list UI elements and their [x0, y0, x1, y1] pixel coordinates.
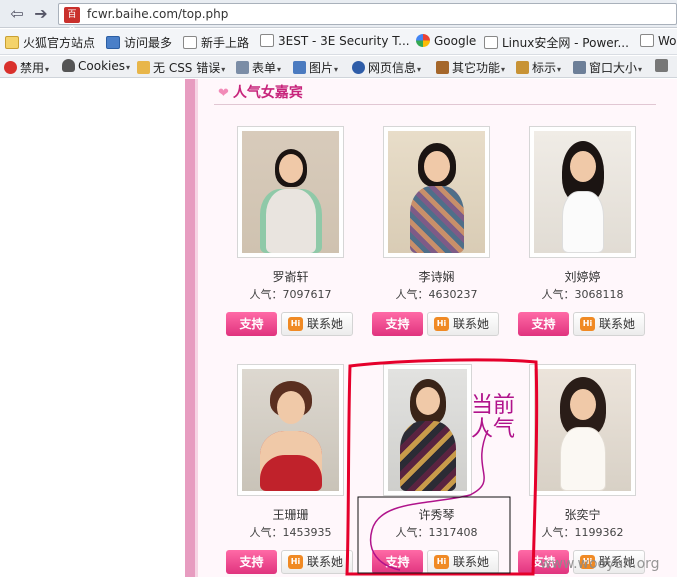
menu-images[interactable]: 图片▾ — [293, 59, 338, 76]
guest-popularity: 人气：7097617 — [249, 288, 332, 301]
guest-popularity: 人气：4630237 — [395, 288, 478, 301]
guest-photo[interactable] — [237, 126, 344, 258]
tools-icon[interactable] — [655, 59, 671, 73]
disable-icon — [4, 61, 17, 74]
contact-her-button[interactable]: Hi 联系她 — [281, 550, 353, 574]
guest-name[interactable]: 李诗娴 — [383, 268, 490, 285]
guest-card: 王珊珊 人气：1453935 支持 Hi 联系她 — [226, 364, 373, 577]
bookmark-google[interactable]: Google — [416, 34, 476, 48]
title-divider — [214, 104, 656, 105]
contact-her-button[interactable]: Hi 联系她 — [427, 312, 499, 336]
guest-name[interactable]: 罗嵛轩 — [237, 268, 344, 285]
bookmark-firefox-official[interactable]: 火狐官方站点 — [5, 34, 95, 51]
page-content: ❤ 人气女嘉宾 罗嵛轩 人气：7097617 支持 Hi 联系她 李诗娴 人气：46… — [0, 79, 677, 577]
guest-photo[interactable] — [237, 364, 344, 496]
guest-popularity: 人气：3068118 — [541, 288, 624, 301]
bookmarks-bar: 火狐官方站点 访问最多 新手上路 3EST - 3E Security T...… — [0, 29, 677, 55]
heart-icon: ❤ — [218, 86, 229, 101]
support-button[interactable]: 支持 — [226, 312, 277, 336]
guest-card: 李诗娴 人气：4630237 支持 Hi 联系她 — [372, 126, 519, 356]
watermark: www.wooyun.org — [540, 556, 660, 572]
pink-divider — [185, 79, 195, 577]
url-text[interactable]: fcwr.baihe.com/top.php — [87, 7, 228, 21]
guest-photo[interactable] — [529, 364, 636, 496]
site-favicon-icon: 百合 — [64, 7, 80, 36]
pencil-icon — [137, 61, 150, 74]
support-button[interactable]: 支持 — [226, 550, 277, 574]
google-icon — [416, 34, 430, 47]
form-icon — [236, 61, 249, 74]
page-icon — [183, 36, 197, 49]
resize-icon — [573, 61, 586, 74]
guest-card: 罗嵛轩 人气：7097617 支持 Hi 联系她 — [226, 126, 373, 356]
menu-cookies[interactable]: Cookies▾ — [62, 59, 130, 73]
guest-photo[interactable] — [529, 126, 636, 258]
menu-page-info[interactable]: 网页信息▾ — [352, 59, 421, 76]
page-icon — [640, 34, 654, 47]
menu-resize[interactable]: 窗口大小▾ — [573, 59, 642, 76]
bookmark-3est[interactable]: 3EST - 3E Security T... — [260, 34, 410, 48]
menu-disable[interactable]: 禁用▾ — [4, 59, 49, 76]
folder-icon — [5, 36, 19, 49]
person-icon — [62, 59, 75, 72]
menu-outline[interactable]: 标示▾ — [516, 59, 561, 76]
guest-name[interactable]: 刘婷婷 — [529, 268, 636, 285]
guest-photo[interactable] — [383, 364, 472, 496]
web-developer-toolbar: 禁用▾ Cookies▾ 无 CSS 错误▾ 表单▾ 图片▾ 网页信息▾ 其它功… — [0, 56, 677, 78]
contact-her-button[interactable]: Hi 联系她 — [573, 312, 645, 336]
guest-photo[interactable] — [383, 126, 490, 258]
hi-icon: Hi — [580, 317, 595, 331]
section-title: ❤ 人气女嘉宾 — [218, 85, 303, 101]
menu-misc[interactable]: 其它功能▾ — [436, 59, 505, 76]
guest-name[interactable]: 王珊珊 — [237, 506, 344, 523]
bookmark-wo[interactable]: Wo — [640, 34, 677, 48]
menu-css[interactable]: 无 CSS 错误▾ — [137, 59, 225, 76]
page-icon — [484, 36, 498, 49]
hi-icon: Hi — [288, 317, 303, 331]
bookmark-getting-started[interactable]: 新手上路 — [183, 34, 249, 51]
info-icon — [352, 61, 365, 74]
page-icon — [260, 34, 274, 47]
guest-name[interactable]: 许秀琴 — [383, 506, 490, 523]
url-bar: ⇦ ➔ 百合 fcwr.baihe.com/top.php — [0, 0, 677, 36]
guest-popularity: 人气：1199362 — [541, 526, 624, 539]
bookmark-linux-security[interactable]: Linux安全网 - Power... — [484, 34, 629, 51]
support-button[interactable]: 支持 — [518, 312, 569, 336]
forward-icon[interactable]: ➔ — [30, 3, 52, 25]
hi-icon: Hi — [434, 317, 449, 331]
bookmark-most-visited[interactable]: 访问最多 — [106, 34, 172, 51]
star-page-icon — [106, 36, 120, 49]
support-button[interactable]: 支持 — [372, 550, 423, 574]
toolbox-icon — [436, 61, 449, 74]
menu-forms[interactable]: 表单▾ — [236, 59, 281, 76]
marker-icon — [516, 61, 529, 74]
contact-her-button[interactable]: Hi 联系她 — [281, 312, 353, 336]
address-field[interactable]: 百合 fcwr.baihe.com/top.php — [58, 3, 677, 36]
guest-name[interactable]: 张奕宁 — [529, 506, 636, 523]
guest-card: 刘婷婷 人气：3068118 支持 Hi 联系她 — [518, 126, 665, 356]
back-icon[interactable]: ⇦ — [6, 3, 28, 25]
hi-icon: Hi — [288, 555, 303, 569]
hi-icon: Hi — [434, 555, 449, 569]
support-button[interactable]: 支持 — [372, 312, 423, 336]
guest-popularity: 人气：1453935 — [249, 526, 332, 539]
guest-card: 张奕宁 人气：1199362 支持 Hi 联系她 — [518, 364, 665, 577]
guest-popularity: 人气：1317408 — [395, 526, 478, 539]
contact-her-button[interactable]: Hi 联系她 — [427, 550, 499, 574]
image-icon — [293, 61, 306, 74]
annotation-label: 当前 人气 — [471, 393, 516, 442]
wrench-icon — [655, 59, 668, 72]
